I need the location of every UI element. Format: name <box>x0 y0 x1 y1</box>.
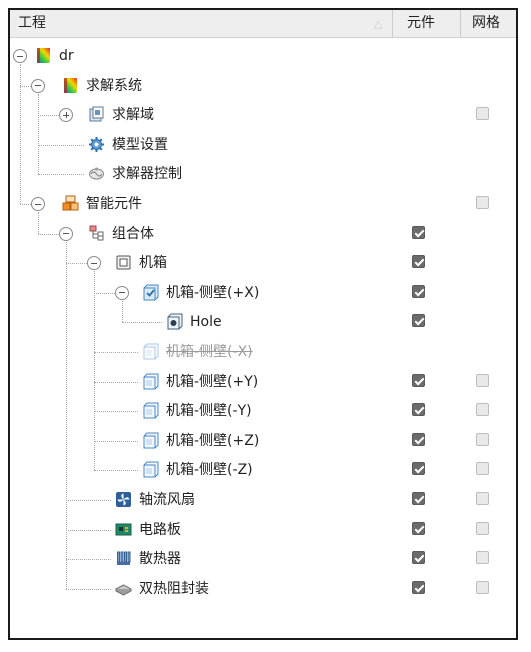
mesh-checkbox[interactable] <box>476 432 489 446</box>
element-checkbox[interactable] <box>412 403 425 417</box>
mesh-checkbox[interactable] <box>476 551 489 565</box>
tree-item-label[interactable]: 机箱-侧壁(-Z) <box>166 455 253 485</box>
mesh-checkbox[interactable] <box>476 580 489 594</box>
element-checkbox[interactable] <box>412 314 425 328</box>
two-resistor-package-icon <box>114 580 133 597</box>
tree-item-label[interactable]: 机箱-侧壁(+Y) <box>166 367 258 397</box>
element-checkbox[interactable] <box>412 551 425 565</box>
collapse-toggle-icon[interactable] <box>59 226 73 241</box>
tree-item-label[interactable]: 双热阻封装 <box>139 574 209 604</box>
mesh-checkbox[interactable] <box>476 521 489 535</box>
project-rainbow-icon <box>35 47 52 64</box>
element-checkbox[interactable] <box>412 462 425 476</box>
expand-toggle-icon[interactable] <box>59 108 73 123</box>
tree-item-label[interactable]: 求解器控制 <box>112 159 182 189</box>
element-checkbox[interactable] <box>412 255 425 269</box>
tree-item-label[interactable]: 模型设置 <box>112 130 168 160</box>
wall-icon <box>142 461 159 478</box>
wall-icon <box>142 343 159 360</box>
element-checkbox[interactable] <box>412 580 425 594</box>
element-checkbox[interactable] <box>412 373 425 387</box>
element-checkbox[interactable] <box>412 492 425 505</box>
tree-row[interactable]: 机箱 <box>10 248 516 278</box>
column-divider[interactable] <box>460 10 461 37</box>
column-header-element[interactable]: 元件 <box>407 10 435 37</box>
tree-row[interactable]: 轴流风扇 <box>10 485 516 515</box>
tree-row[interactable]: 机箱-侧壁(+X) <box>10 278 516 308</box>
element-checkbox[interactable] <box>412 284 425 298</box>
axial-fan-icon <box>115 491 132 508</box>
tree-row[interactable]: 机箱-侧壁(-Z) <box>10 455 516 485</box>
wall-icon <box>142 373 159 390</box>
tree-header: 工程 △ 元件 网格 <box>10 10 516 38</box>
solve-system-icon <box>62 77 79 94</box>
tree-item-label[interactable]: 求解域 <box>112 100 154 130</box>
collapse-toggle-icon[interactable] <box>31 197 45 211</box>
element-checkbox[interactable] <box>412 225 425 239</box>
hole-icon <box>166 313 183 330</box>
wall-check-icon <box>142 284 159 301</box>
tree-item-label[interactable]: 电路板 <box>139 515 181 545</box>
tree-item-label[interactable]: 组合体 <box>112 219 154 249</box>
tree-item-label[interactable]: 求解系统 <box>86 71 142 101</box>
tree-row[interactable]: dr <box>10 41 516 71</box>
wall-icon <box>142 432 159 449</box>
wall-icon <box>142 402 159 419</box>
mesh-checkbox[interactable] <box>476 403 489 417</box>
column-header-mesh[interactable]: 网格 <box>472 10 500 37</box>
tree-item-label[interactable]: 轴流风扇 <box>139 485 195 515</box>
sort-indicator-icon[interactable]: △ <box>374 10 382 37</box>
heatsink-icon <box>115 550 132 567</box>
tree-item-label[interactable]: 智能元件 <box>86 189 142 219</box>
mesh-checkbox[interactable] <box>476 196 489 209</box>
tree-row[interactable]: 组合体 <box>10 219 516 249</box>
assembly-icon <box>88 225 105 242</box>
tree-item-label[interactable]: 机箱-侧壁(+Z) <box>166 426 259 456</box>
collapse-toggle-icon[interactable] <box>31 78 45 93</box>
tree-row[interactable]: 双热阻封装 <box>10 574 516 604</box>
mesh-checkbox[interactable] <box>476 492 489 505</box>
tree-row[interactable]: 智能元件 <box>10 189 516 219</box>
smart-components-icon <box>62 195 79 212</box>
tree-row[interactable]: 求解器控制 <box>10 159 516 189</box>
mesh-checkbox[interactable] <box>476 373 489 387</box>
tree-row[interactable]: 机箱-侧壁(+Y) <box>10 367 516 397</box>
tree-row[interactable]: 机箱-侧壁(-Y) <box>10 396 516 426</box>
domain-box-icon <box>88 106 105 123</box>
tree-item-label[interactable]: 机箱-侧壁(-Y) <box>166 396 252 426</box>
chassis-icon <box>115 254 132 271</box>
tree-row[interactable]: 求解系统 <box>10 71 516 101</box>
circuit-board-icon <box>115 521 132 538</box>
collapse-toggle-icon[interactable] <box>115 285 129 300</box>
tree-row[interactable]: 机箱-侧壁(+Z) <box>10 426 516 456</box>
tree-row[interactable]: 散热器 <box>10 544 516 574</box>
solver-control-icon <box>88 165 105 182</box>
tree-row[interactable]: 电路板 <box>10 515 516 545</box>
tree-item-label[interactable]: 散热器 <box>139 544 181 574</box>
collapse-toggle-icon[interactable] <box>87 256 101 271</box>
element-checkbox[interactable] <box>412 432 425 446</box>
tree-row[interactable]: 模型设置 <box>10 130 516 160</box>
tree-item-label[interactable]: 机箱-侧壁(+X) <box>166 278 259 308</box>
tree-row[interactable]: 求解域 <box>10 100 516 130</box>
project-tree-panel: 工程 △ 元件 网格 dr 求解系统 求解域 模型设置 求解器控制 智能元件 组合体 机箱 机箱… <box>8 8 518 640</box>
mesh-checkbox[interactable] <box>476 107 489 121</box>
collapse-toggle-icon[interactable] <box>13 49 27 63</box>
tree-item-label[interactable]: dr <box>59 41 74 71</box>
tree-item-label[interactable]: Hole <box>190 307 222 337</box>
tree-item-label[interactable]: 机箱 <box>139 248 167 278</box>
tree-row[interactable]: Hole <box>10 307 516 337</box>
element-checkbox[interactable] <box>412 521 425 535</box>
column-divider[interactable] <box>392 10 393 37</box>
column-header-project[interactable]: 工程 <box>18 10 46 37</box>
tree-row[interactable]: 机箱-侧壁(-X) <box>10 337 516 367</box>
model-settings-gear-icon <box>88 136 105 153</box>
tree-item-label[interactable]: 机箱-侧壁(-X) <box>166 337 253 367</box>
mesh-checkbox[interactable] <box>476 462 489 476</box>
